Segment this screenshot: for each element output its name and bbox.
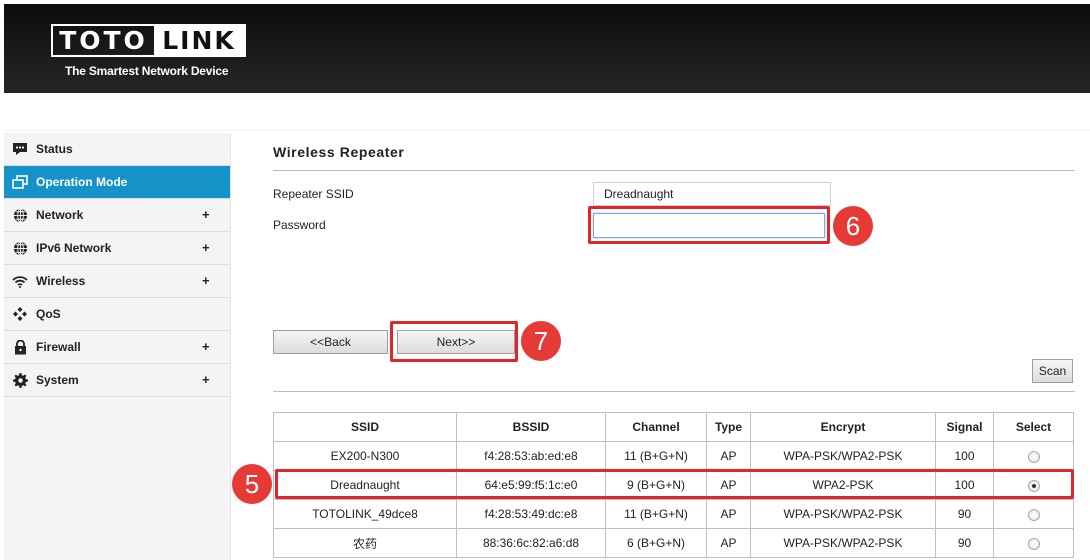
cell-signal: 90: [935, 528, 994, 558]
cell-bssid: 88:36:6c:82:a6:d8: [456, 528, 606, 558]
step-7-callout: 7: [521, 321, 561, 361]
title-divider: [273, 170, 1075, 171]
sidebar-item-firewall[interactable]: Firewall +: [4, 331, 230, 364]
password-label: Password: [273, 218, 326, 232]
sidebar-item-label: System: [36, 373, 79, 387]
column-header-ssid: SSID: [273, 412, 457, 442]
select-radio[interactable]: [1027, 537, 1040, 550]
table-row[interactable]: TOTOLINK_49dce8 f4:28:53:49:dc:e8 11 (B+…: [273, 499, 1074, 529]
logo-text-link: LINK: [154, 26, 244, 55]
cell-type: AP: [706, 499, 751, 529]
cell-channel: 6 (B+G+N): [605, 528, 707, 558]
cell-type: AP: [706, 528, 751, 558]
cell-encrypt: WPA-PSK/WPA2-PSK: [750, 499, 936, 529]
cell-channel: 11 (B+G+N): [605, 441, 707, 471]
table-row[interactable]: EX200-N300 f4:28:53:ab:ed:e8 11 (B+G+N) …: [273, 441, 1074, 471]
cell-select: [993, 441, 1074, 471]
selected-row-highlight-box: [275, 469, 1074, 499]
sidebar-item-system[interactable]: System +: [4, 364, 230, 397]
cell-encrypt: WPA-PSK/WPA2-PSK: [750, 528, 936, 558]
sidebar-item-label: Wireless: [36, 274, 86, 288]
header-bar: TOTO LINK The Smartest Network Device: [4, 4, 1090, 93]
logo-box: TOTO LINK: [51, 24, 246, 57]
next-highlight-box: [390, 321, 518, 362]
column-header-signal: Signal: [935, 412, 994, 442]
wifi-icon: [11, 273, 29, 289]
status-icon: [11, 141, 29, 157]
sidebar-item-label: Firewall: [36, 340, 81, 354]
operation-mode-icon: [11, 174, 29, 190]
sidebar-item-label: IPv6 Network: [36, 241, 112, 255]
sidebar-item-label: Network: [36, 208, 84, 222]
step-6-callout: 6: [833, 206, 873, 246]
cell-type: AP: [706, 441, 751, 471]
lock-icon: [11, 339, 29, 355]
step-5-callout: 5: [232, 464, 272, 504]
logo-text-toto: TOTO: [59, 26, 148, 55]
expand-plus-icon[interactable]: +: [202, 339, 210, 354]
scan-button[interactable]: Scan: [1032, 359, 1073, 383]
cell-signal: 90: [935, 499, 994, 529]
cell-channel: 11 (B+G+N): [605, 499, 707, 529]
select-radio[interactable]: [1027, 450, 1040, 463]
sidebar-menu: Status Operation Mode Network + IPv6 Net…: [4, 133, 231, 560]
gear-icon: [11, 372, 29, 388]
sidebar-item-network[interactable]: Network +: [4, 199, 230, 232]
sidebar-item-label: QoS: [36, 307, 61, 321]
cell-signal: 100: [935, 441, 994, 471]
expand-plus-icon[interactable]: +: [202, 273, 210, 288]
column-header-channel: Channel: [605, 412, 707, 442]
sidebar-item-status[interactable]: Status: [4, 133, 230, 166]
password-highlight-box: [588, 206, 830, 244]
expand-plus-icon[interactable]: +: [202, 207, 210, 222]
back-button[interactable]: <<Back: [273, 330, 388, 354]
repeater-ssid-input[interactable]: [593, 182, 831, 206]
sub-header-white: [238, 93, 1090, 124]
table-header-row: SSID BSSID Channel Type Encrypt Signal S…: [273, 412, 1074, 442]
cell-bssid: f4:28:53:ab:ed:e8: [456, 441, 606, 471]
cell-ssid: 农药: [273, 528, 457, 558]
globe-icon: [11, 207, 29, 223]
sidebar-item-qos[interactable]: QoS: [4, 298, 230, 331]
sidebar-item-label: Status: [36, 142, 73, 156]
totolink-logo: TOTO LINK The Smartest Network Device: [51, 24, 246, 78]
main-content: Wireless Repeater Repeater SSID Password…: [232, 133, 1090, 560]
expand-plus-icon[interactable]: +: [202, 372, 210, 387]
table-row[interactable]: 农药 88:36:6c:82:a6:d8 6 (B+G+N) AP WPA-PS…: [273, 528, 1074, 558]
expand-plus-icon[interactable]: +: [202, 240, 210, 255]
globe-icon: [11, 240, 29, 256]
page-title: Wireless Repeater: [273, 144, 405, 160]
column-header-encrypt: Encrypt: [750, 412, 936, 442]
repeater-ssid-label: Repeater SSID: [273, 187, 354, 201]
cell-ssid: EX200-N300: [273, 441, 457, 471]
select-radio[interactable]: [1027, 508, 1040, 521]
column-header-bssid: BSSID: [456, 412, 606, 442]
cell-encrypt: WPA-PSK/WPA2-PSK: [750, 441, 936, 471]
sidebar-item-ipv6-network[interactable]: IPv6 Network +: [4, 232, 230, 265]
cell-ssid: TOTOLINK_49dce8: [273, 499, 457, 529]
column-header-type: Type: [706, 412, 751, 442]
sidebar-item-operation-mode[interactable]: Operation Mode: [4, 166, 230, 199]
sidebar-item-label: Operation Mode: [36, 175, 128, 189]
sidebar-item-wireless[interactable]: Wireless +: [4, 265, 230, 298]
cell-bssid: f4:28:53:49:dc:e8: [456, 499, 606, 529]
brand-tagline: The Smartest Network Device: [65, 64, 229, 78]
cell-select: [993, 528, 1074, 558]
qos-icon: [11, 306, 29, 322]
scan-divider: [273, 391, 1075, 392]
cell-select: [993, 499, 1074, 529]
column-header-select: Select: [993, 412, 1074, 442]
